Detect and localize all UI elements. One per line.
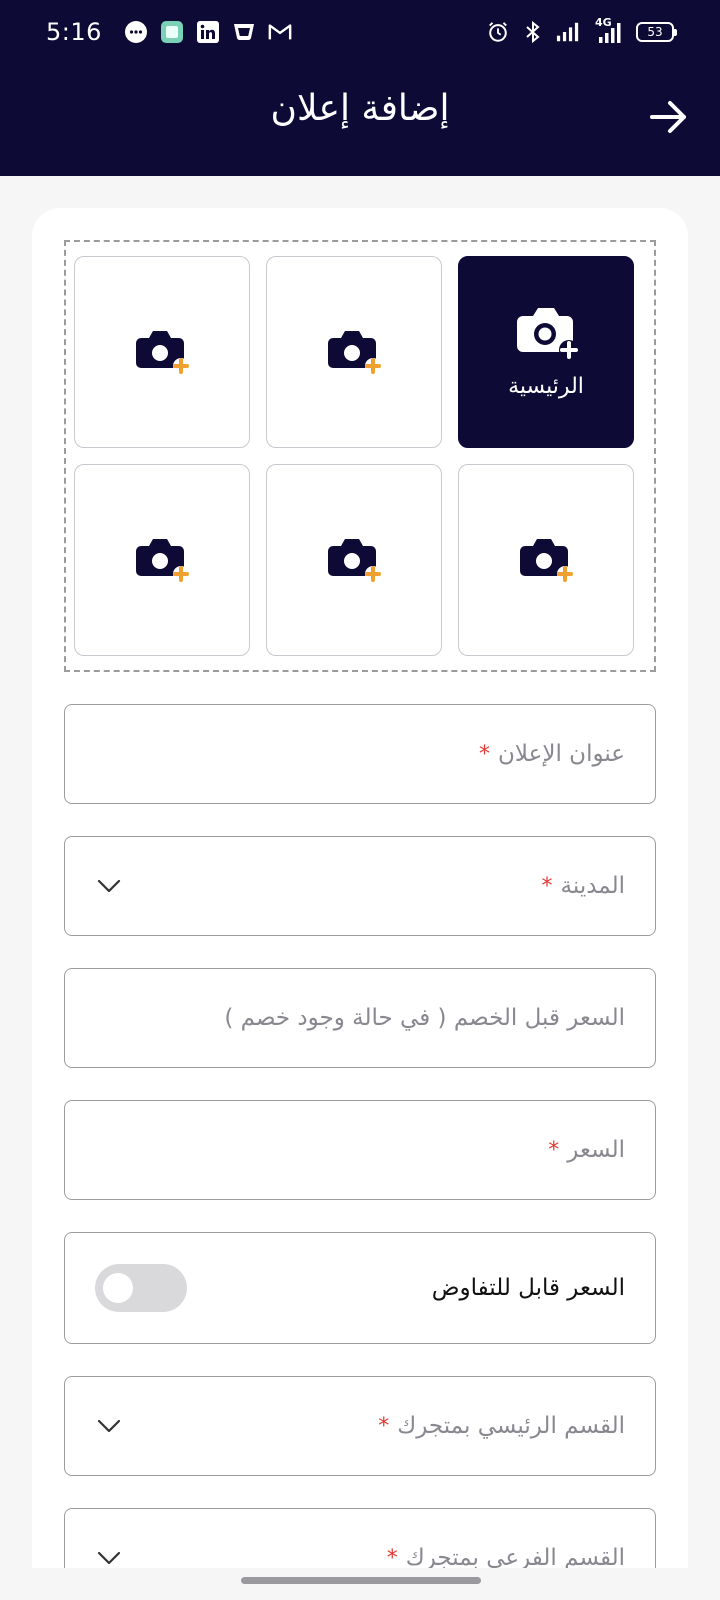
required-mark: *: [548, 1137, 560, 1163]
camera-plus-icon: [328, 331, 381, 374]
city-placeholder-wrap: المدينة *: [542, 873, 625, 899]
toggle-knob: [103, 1273, 133, 1303]
battery-level: 53: [647, 25, 663, 39]
linkedin-icon: [196, 20, 220, 44]
gmail-icon: [268, 20, 292, 44]
photo-slot[interactable]: [266, 464, 442, 656]
negotiable-toggle[interactable]: [95, 1264, 187, 1312]
photo-slot[interactable]: [266, 256, 442, 448]
price-before-discount-placeholder-wrap: السعر قبل الخصم ( في حالة وجود خصم ): [224, 1005, 625, 1031]
price-placeholder: السعر: [567, 1137, 625, 1163]
chat-bubble-icon: [124, 20, 148, 44]
negotiable-label: السعر قابل للتفاوض: [431, 1275, 625, 1301]
ad-title-placeholder-wrap: عنوان الإعلان *: [479, 741, 625, 767]
bluetooth-icon: [521, 20, 545, 44]
network-type-label: 4G: [595, 16, 612, 29]
city-placeholder: المدينة: [560, 873, 625, 899]
ad-title-placeholder: عنوان الإعلان: [498, 741, 625, 767]
chevron-down-icon: [95, 1412, 123, 1440]
required-mark: *: [378, 1413, 390, 1439]
battery-icon: 53: [636, 22, 677, 42]
signal-4g-icon: 4G: [591, 16, 625, 44]
alarm-icon: [486, 20, 510, 44]
required-mark: *: [386, 1545, 398, 1571]
gesture-nav-handle[interactable]: [241, 1577, 481, 1584]
price-before-discount-placeholder: السعر قبل الخصم ( في حالة وجود خصم ): [224, 1005, 625, 1031]
bottom-gesture-area: [0, 1568, 720, 1600]
form-card: الرئيسية عنوان الإعلان * المدينة * السعر…: [32, 208, 688, 1600]
photo-upload-area: الرئيسية: [64, 240, 656, 672]
city-select[interactable]: المدينة *: [64, 836, 656, 936]
price-input[interactable]: السعر *: [64, 1100, 656, 1200]
page-title: إضافة إعلان: [270, 88, 450, 129]
layers-app-icon: [160, 20, 184, 44]
camera-plus-icon: [136, 539, 189, 582]
back-button[interactable]: [646, 94, 692, 140]
arrow-right-icon: [650, 101, 686, 133]
price-placeholder-wrap: السعر *: [548, 1137, 625, 1163]
chevron-down-icon: [95, 872, 123, 900]
main-category-select[interactable]: القسم الرئيسي بمتجرك *: [64, 1376, 656, 1476]
main-category-placeholder: القسم الرئيسي بمتجرك: [397, 1413, 625, 1439]
status-right: 4G 53: [486, 16, 677, 44]
photo-slot[interactable]: [74, 256, 250, 448]
signal-icon: [556, 20, 580, 44]
ad-title-input[interactable]: عنوان الإعلان *: [64, 704, 656, 804]
status-left: 5:16: [46, 18, 292, 46]
camera-plus-icon: [136, 331, 189, 374]
main-photo-label: الرئيسية: [508, 373, 584, 399]
required-mark: *: [541, 873, 553, 899]
camera-plus-icon: [517, 307, 579, 360]
main-category-placeholder-wrap: القسم الرئيسي بمتجرك *: [378, 1413, 625, 1439]
camera-plus-icon: [520, 539, 573, 582]
app-bar: إضافة إعلان: [0, 64, 720, 176]
cup-app-icon: [232, 20, 256, 44]
negotiable-row: السعر قابل للتفاوض: [64, 1232, 656, 1344]
status-bar: 5:16 4G 53: [0, 0, 720, 64]
photo-slot[interactable]: [74, 464, 250, 656]
price-before-discount-input[interactable]: السعر قبل الخصم ( في حالة وجود خصم ): [64, 968, 656, 1068]
photo-slot[interactable]: [458, 464, 634, 656]
camera-plus-icon: [328, 539, 381, 582]
main-photo-slot[interactable]: الرئيسية: [458, 256, 634, 448]
status-time: 5:16: [46, 18, 102, 46]
required-mark: *: [479, 741, 491, 767]
